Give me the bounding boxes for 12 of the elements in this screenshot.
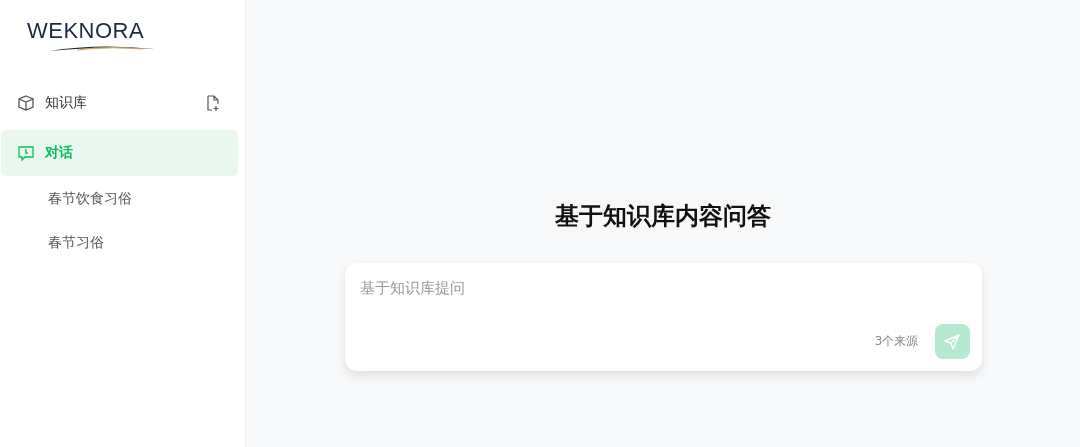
conversation-item[interactable]: 春节饮食习俗 xyxy=(1,176,238,220)
cube-icon xyxy=(17,94,35,112)
question-input[interactable]: 基于知识库提问 xyxy=(359,275,970,324)
conversation-item[interactable]: 春节习俗 xyxy=(1,220,238,264)
chat-icon xyxy=(17,144,35,162)
question-box[interactable]: 基于知识库提问 3个来源 xyxy=(344,263,982,371)
source-count: 3个来源 xyxy=(874,333,919,350)
page-heading: 基于知识库内容问答 xyxy=(555,201,771,232)
logo: WEKNORA xyxy=(27,20,145,42)
new-file-icon[interactable] xyxy=(204,94,222,112)
send-icon xyxy=(943,332,961,351)
nav-item[interactable]: 知识库 xyxy=(1,80,238,126)
